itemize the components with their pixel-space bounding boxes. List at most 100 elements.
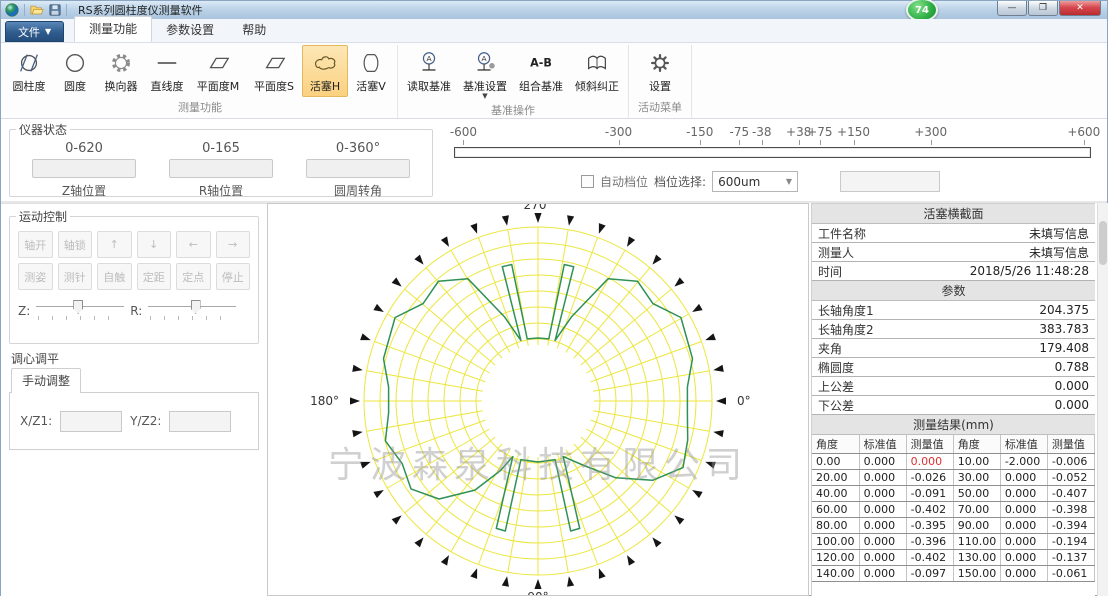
grid-spoke (586, 314, 688, 373)
results-cell: -0.137 (1047, 549, 1094, 565)
angle-marker-arrow (599, 568, 606, 579)
roundness-button[interactable]: 圆度 (52, 45, 98, 97)
row-value: 0.788 (1055, 360, 1089, 374)
stop-button[interactable]: 停止 (216, 263, 251, 290)
open-folder-icon[interactable] (30, 4, 44, 16)
x-z1-field[interactable] (60, 411, 122, 432)
cylindricity-button[interactable]: 圆柱度 (6, 45, 52, 97)
move-left-button[interactable]: ← (176, 231, 211, 258)
save-icon[interactable] (49, 4, 61, 16)
ruler-tick-label: -300 (605, 125, 632, 139)
commutator-gear-icon (108, 50, 134, 76)
auto-gear-checkbox[interactable] (581, 175, 594, 188)
z-axis-position-field[interactable] (32, 159, 136, 178)
z-speed-slider[interactable] (36, 300, 124, 322)
results-cell: 50.00 (953, 485, 1000, 501)
combined-datum-button[interactable]: A-B 组合基准 (513, 45, 569, 100)
y-z2-field[interactable] (169, 411, 231, 432)
scrollbar-thumb[interactable] (1099, 221, 1107, 265)
results-cell: -0.091 (906, 485, 953, 501)
datum-settings-button[interactable]: A 基准设置 ▼ (457, 45, 513, 100)
angle-label: 270° (524, 204, 553, 212)
angle-marker-arrow (441, 555, 449, 565)
auto-touch-button[interactable]: 自触 (97, 263, 132, 290)
read-datum-button[interactable]: A 读取基准 (401, 45, 457, 100)
title-bar: RS系列圆柱度仪测量软件 74 — ❐ ✕ (1, 1, 1107, 19)
move-right-button[interactable]: → (216, 231, 251, 258)
grid-spoke (451, 449, 510, 551)
flatness-m-button[interactable]: 平面度M (190, 45, 246, 97)
close-button[interactable]: ✕ (1059, 1, 1101, 16)
results-cell: 40.00 (812, 485, 859, 501)
grid-spoke (367, 411, 483, 431)
grid-spoke (426, 444, 502, 534)
grid-spoke (566, 250, 625, 352)
results-cell: 130.00 (953, 549, 1000, 565)
fixed-point-button[interactable]: 定点 (176, 263, 211, 290)
rotation-angle-field[interactable] (306, 159, 410, 178)
control-side-panel: 运动控制 轴开轴锁↑↓←→测姿测针自触定距定点停止 Z: R: 调心调平 手动调… (1, 203, 267, 596)
info-row: 测量人未填写信息 (812, 243, 1095, 262)
move-down-button[interactable]: ↓ (137, 231, 172, 258)
results-cell: 0.000 (906, 453, 953, 469)
angle-marker-arrow (373, 490, 383, 498)
ruler-tick-label: -600 (450, 125, 477, 139)
gear-value-field[interactable] (840, 171, 940, 192)
ribbon-group-label: 测量功能 (6, 97, 394, 118)
results-cell: -0.026 (906, 469, 953, 485)
angle-marker-arrow (373, 304, 383, 312)
app-window: RS系列圆柱度仪测量软件 74 — ❐ ✕ 文件▼ 测量功能 参数设置 帮助 (0, 0, 1108, 596)
tab-parameter-settings[interactable]: 参数设置 (152, 18, 228, 42)
measure-pose-button[interactable]: 测姿 (18, 263, 53, 290)
piston-h-icon (312, 50, 338, 76)
svg-text:A: A (426, 54, 431, 63)
file-menu-button[interactable]: 文件▼ (5, 21, 64, 42)
row-value: 2018/5/26 11:48:28 (970, 264, 1089, 278)
straightness-button[interactable]: 直线度 (144, 45, 190, 97)
ruler-tick-label: +75 (807, 125, 832, 139)
gear-select-dropdown[interactable]: 600um ▼ (712, 171, 798, 192)
stylus-button[interactable]: 测针 (58, 263, 93, 290)
results-cell: 0.000 (859, 533, 906, 549)
manual-adjust-tab[interactable]: 手动调整 (11, 368, 81, 393)
r-speed-slider[interactable] (148, 300, 236, 322)
z-axis-label: Z轴位置 (62, 182, 106, 199)
app-logo-icon[interactable] (5, 3, 19, 17)
angle-marker-arrow (567, 576, 574, 586)
results-cell: 0.000 (859, 485, 906, 501)
auto-gear-label: 自动档位 (600, 173, 648, 190)
results-row: 0.000.0000.00010.00-2.000-0.006 (812, 453, 1095, 469)
grid-spoke (387, 314, 489, 373)
vertical-scrollbar[interactable] (1097, 203, 1108, 596)
piston-h-button[interactable]: 活塞H (302, 45, 348, 97)
settings-button[interactable]: 设置 (632, 45, 688, 97)
axis-lock-button[interactable]: 轴锁 (58, 231, 93, 258)
rotation-range: 0-360° (336, 141, 380, 156)
flatness-s-button[interactable]: 平面度S (246, 45, 302, 97)
commutator-button[interactable]: 换向器 (98, 45, 144, 97)
piston-v-button[interactable]: 活塞V (348, 45, 394, 97)
maximize-button[interactable]: ❐ (1028, 1, 1058, 16)
angle-marker-arrow (674, 277, 684, 286)
tab-help[interactable]: 帮助 (228, 18, 280, 42)
ruler-tick-label: +150 (837, 125, 870, 139)
tilt-correction-button[interactable]: 倾斜纠正 (569, 45, 625, 100)
read-datum-icon: A (416, 50, 442, 76)
minimize-button[interactable]: — (997, 1, 1027, 16)
axis-open-button[interactable]: 轴开 (18, 231, 53, 258)
tab-measure-functions[interactable]: 测量功能 (74, 16, 152, 42)
polar-chart-panel: 0°90°180°270° 宁波森泉科技有限公司 (267, 203, 809, 596)
fixed-distance-button[interactable]: 定距 (137, 263, 172, 290)
r-axis-range: 0-165 (202, 141, 240, 156)
r-axis-position-field[interactable] (169, 159, 273, 178)
move-up-button[interactable]: ↑ (97, 231, 132, 258)
group-title: 调心调平 (11, 350, 259, 367)
r-axis-label: R轴位置 (199, 182, 243, 199)
angle-marker-arrow (713, 365, 723, 372)
ruler-tick-label: -38 (752, 125, 772, 139)
angle-marker-arrow (627, 236, 635, 246)
results-cell: -0.006 (1047, 453, 1094, 469)
results-cell: -0.194 (1047, 533, 1094, 549)
row-value: 未填写信息 (1029, 225, 1089, 242)
ribbon-group-label: 基准操作 (401, 100, 625, 121)
